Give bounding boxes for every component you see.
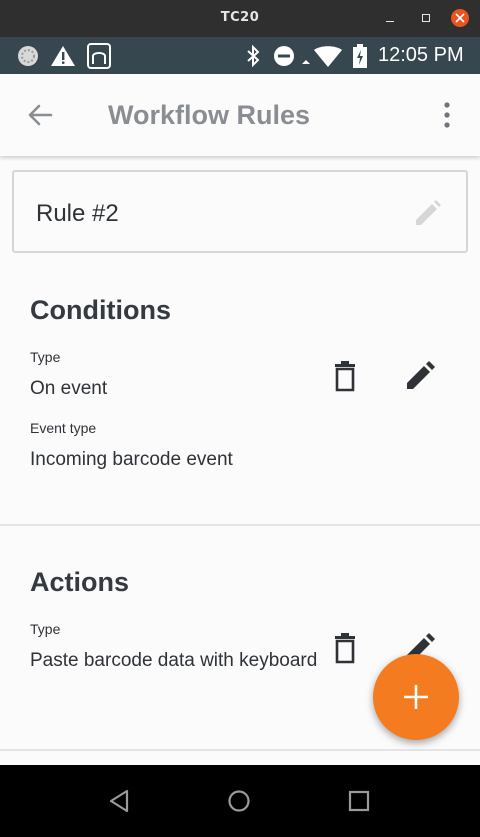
- battery-charging-icon: [353, 44, 367, 68]
- rule-name-card[interactable]: Rule #2: [12, 170, 468, 253]
- window-title: TC20: [220, 10, 260, 25]
- conditions-title: Conditions: [30, 295, 171, 325]
- status-time: 12:05 PM: [378, 44, 464, 66]
- more-vert-icon[interactable]: [436, 100, 458, 130]
- delete-action-icon[interactable]: [327, 630, 363, 666]
- actions-title: Actions: [30, 567, 130, 597]
- minimize-button[interactable]: [382, 9, 400, 27]
- edit-rule-name-icon[interactable]: [410, 197, 444, 231]
- status-bar: 12:05 PM: [0, 37, 480, 74]
- delete-condition-icon[interactable]: [327, 358, 363, 394]
- app-screen: Workflow Rules Rule #2 Conditions Type O…: [0, 74, 480, 765]
- back-nav-icon[interactable]: [106, 787, 134, 815]
- emulator-titlebar: TC20: [0, 0, 480, 37]
- section-divider: [0, 749, 480, 751]
- sim-icon: [87, 43, 111, 69]
- bluetooth-icon: [247, 44, 260, 68]
- home-nav-icon[interactable]: [225, 787, 253, 815]
- action-type-value: Paste barcode data with keyboard: [30, 650, 318, 671]
- condition-event-type-value: Incoming barcode event: [30, 449, 233, 470]
- maximize-button[interactable]: [417, 9, 435, 27]
- recents-nav-icon[interactable]: [345, 787, 373, 815]
- condition-event-type-label: Event type: [30, 420, 97, 436]
- app-bar: Workflow Rules: [0, 74, 480, 156]
- do-not-disturb-icon: [274, 46, 294, 66]
- warning-icon: [51, 46, 75, 66]
- add-icon: [404, 685, 428, 709]
- page-title: Workflow Rules: [108, 100, 311, 130]
- back-arrow-icon[interactable]: [24, 98, 58, 132]
- condition-type-value: On event: [30, 378, 108, 399]
- rule-name: Rule #2: [36, 200, 119, 227]
- close-icon: [455, 13, 465, 23]
- section-divider: [0, 524, 480, 526]
- close-button[interactable]: [451, 9, 469, 27]
- wifi-icon: [302, 46, 342, 67]
- navigation-bar: [0, 765, 480, 837]
- condition-type-label: Type: [30, 349, 61, 365]
- sync-icon: [18, 46, 38, 66]
- edit-condition-icon[interactable]: [402, 358, 438, 394]
- add-fab-button[interactable]: [373, 654, 459, 740]
- action-type-label: Type: [30, 621, 61, 637]
